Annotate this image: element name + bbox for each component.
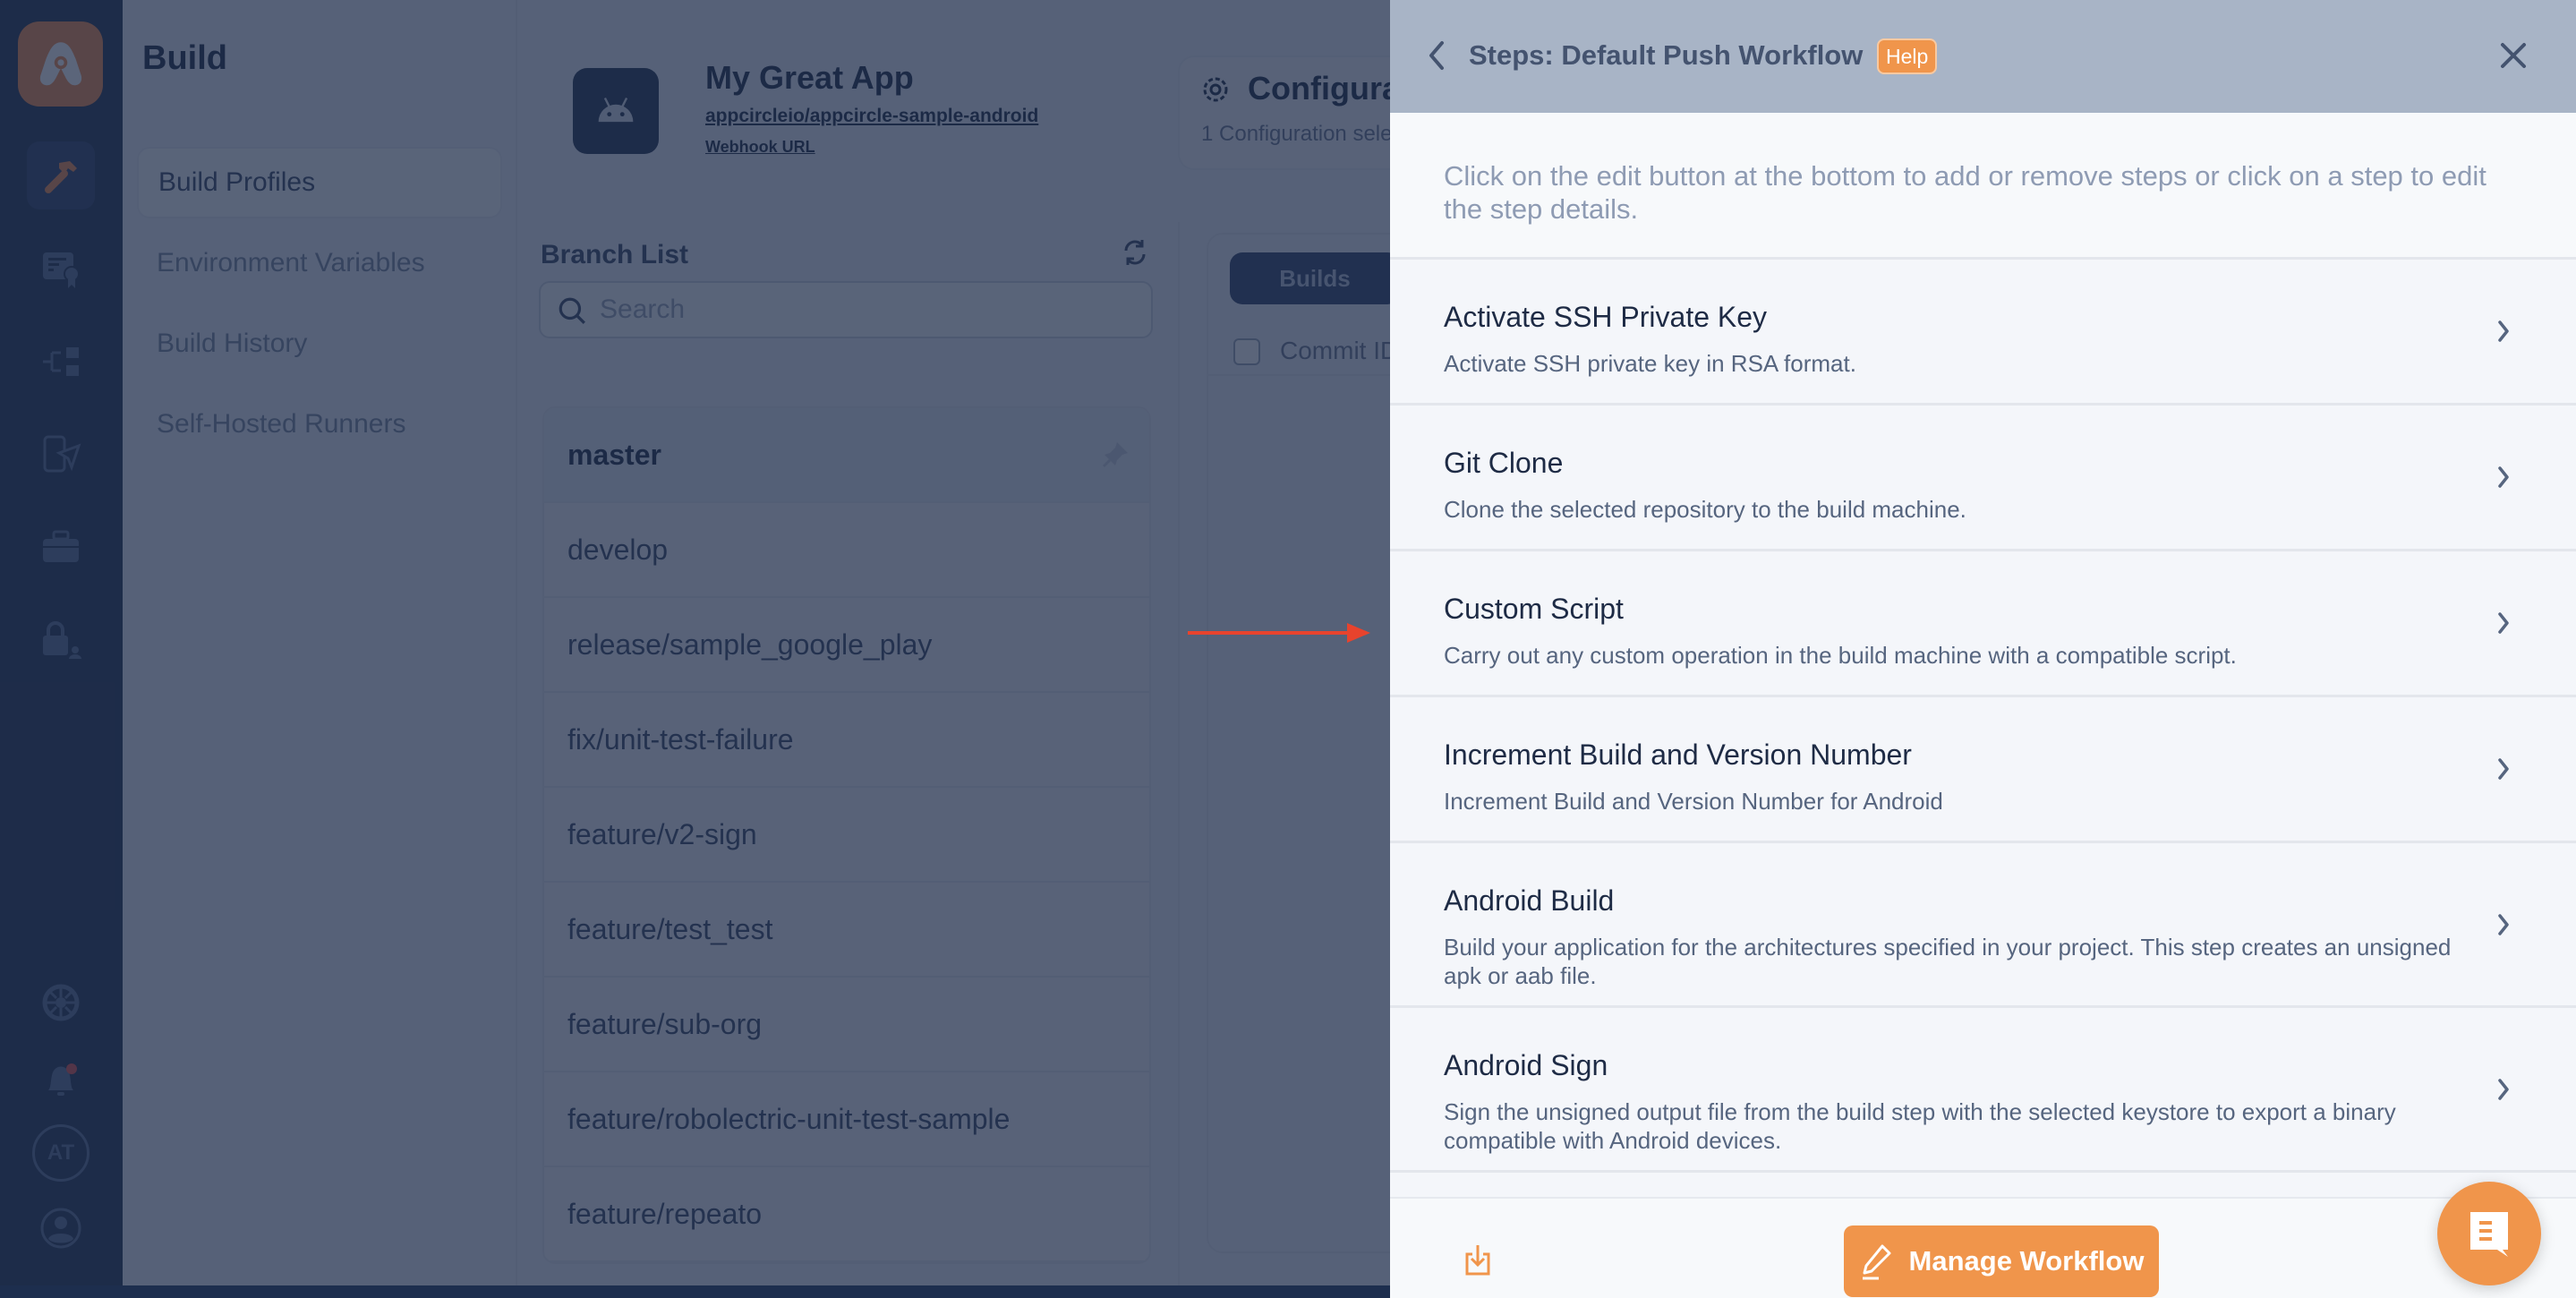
step-title: Custom Script xyxy=(1444,593,1624,625)
back-chevron-icon[interactable] xyxy=(1422,38,1453,73)
chevron-right-icon xyxy=(2498,320,2509,342)
chevron-right-icon xyxy=(2498,466,2509,488)
drawer-footer: Manage Workflow xyxy=(1390,1182,2576,1298)
workflow-step[interactable]: Android Sign Sign the unsigned output fil… xyxy=(1390,1008,2576,1173)
help-button[interactable]: Help xyxy=(1877,38,1938,74)
close-icon[interactable] xyxy=(2497,39,2529,72)
step-description: Sign the unsigned output file from the b… xyxy=(1444,1098,2396,1154)
workflow-steps-list: Activate SSH Private Key Activate SSH pri… xyxy=(1390,260,2576,1173)
step-title: Increment Build and Version Number xyxy=(1444,739,1912,771)
step-description: Activate SSH private key in RSA format. xyxy=(1444,350,1856,377)
workflow-step[interactable]: Increment Build and Version Number Increm… xyxy=(1390,697,2576,843)
workflow-steps-drawer: Steps: Default Push Workflow Help Click … xyxy=(1390,0,2576,1298)
step-description: Increment Build and Version Number for A… xyxy=(1444,788,1943,815)
step-description: Build your application for the architect… xyxy=(1444,934,2452,989)
step-description: Clone the selected repository to the bui… xyxy=(1444,496,1966,523)
chevron-right-icon xyxy=(2498,913,2509,935)
step-title: Android Sign xyxy=(1444,1049,1608,1081)
step-title: Android Build xyxy=(1444,884,1615,917)
export-download-icon[interactable] xyxy=(1460,1242,1496,1277)
manage-workflow-button[interactable]: Manage Workflow xyxy=(1844,1225,2159,1297)
workflow-step[interactable]: Custom Script Carry out any custom operat… xyxy=(1390,551,2576,697)
support-chat-button[interactable] xyxy=(2437,1182,2541,1285)
manage-workflow-label: Manage Workflow xyxy=(1908,1245,2145,1277)
step-description: Carry out any custom operation in the bu… xyxy=(1444,642,2237,669)
drawer-header: Steps: Default Push Workflow Help xyxy=(1390,0,2576,113)
drawer-title: Steps: Default Push Workflow xyxy=(1469,39,1864,71)
chevron-right-icon xyxy=(2498,1078,2509,1100)
chat-icon xyxy=(2470,1212,2508,1257)
chevron-right-icon xyxy=(2498,758,2509,780)
pencil-edit-icon xyxy=(1862,1244,1891,1280)
step-title: Activate SSH Private Key xyxy=(1444,301,1768,333)
workflow-step[interactable]: Android Build Build your application for … xyxy=(1390,843,2576,1008)
drawer-description: Click on the edit button at the bottom t… xyxy=(1390,113,2576,260)
step-title: Git Clone xyxy=(1444,447,1564,479)
workflow-step[interactable]: Git Clone Clone the selected repository t… xyxy=(1390,406,2576,551)
annotation-arrow-icon xyxy=(1188,623,1370,643)
modal-backdrop[interactable] xyxy=(0,0,1390,1298)
chevron-right-icon xyxy=(2498,612,2509,634)
workflow-step[interactable]: Activate SSH Private Key Activate SSH pri… xyxy=(1390,260,2576,406)
